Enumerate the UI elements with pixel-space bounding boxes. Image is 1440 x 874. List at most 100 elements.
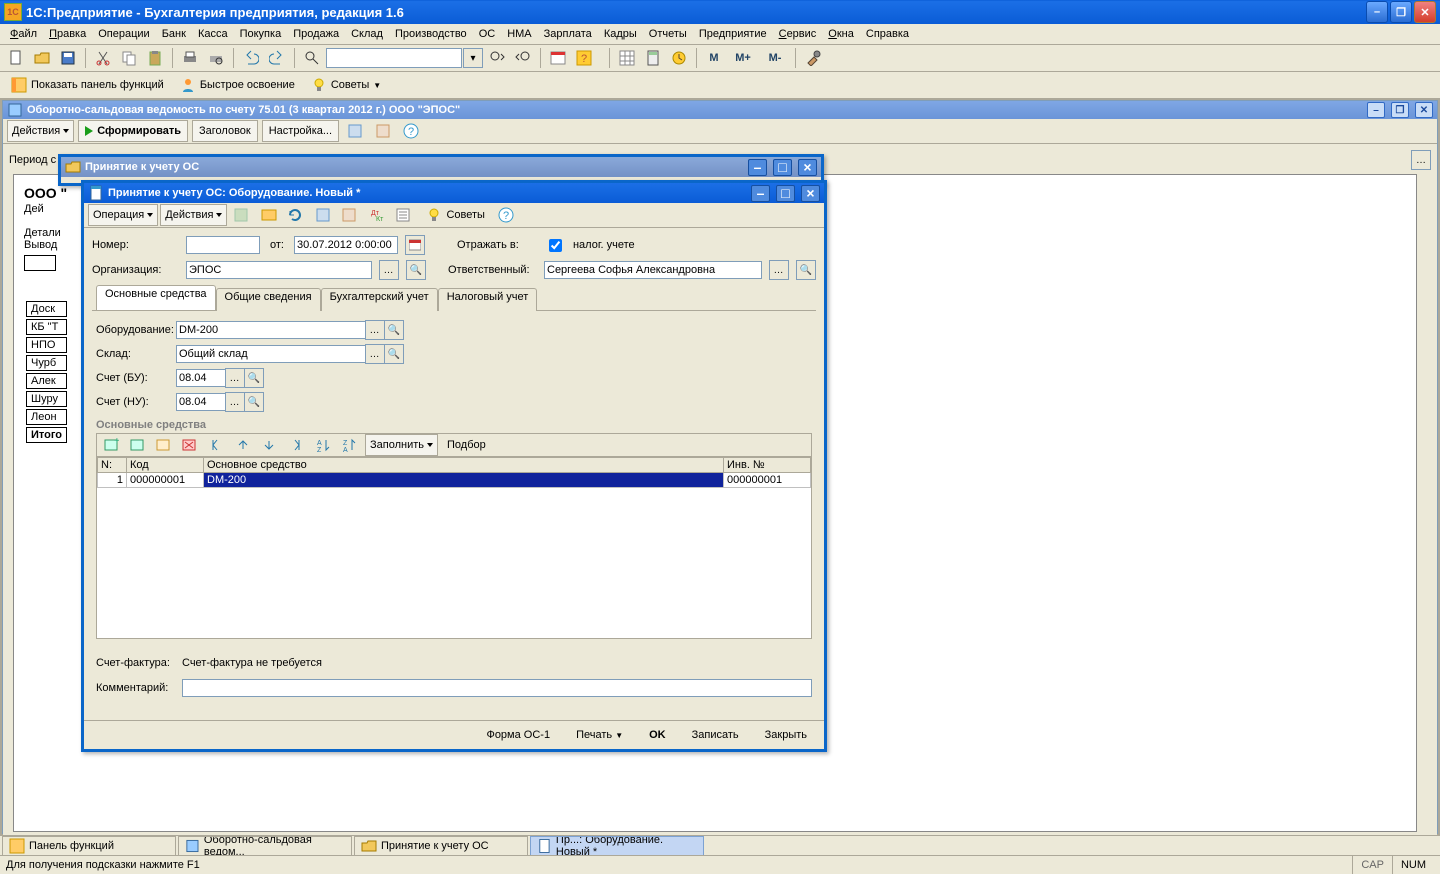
inner-tb-refresh-icon[interactable] xyxy=(283,203,307,227)
operation-dropdown[interactable]: Операция xyxy=(88,204,158,226)
acc-bu-search-button[interactable]: 🔍 xyxy=(244,368,264,388)
menu-salary[interactable]: Зарплата xyxy=(538,26,598,42)
taskbtn-panel[interactable]: Панель функций xyxy=(2,836,176,856)
find-next-icon[interactable] xyxy=(485,46,509,70)
search-dropdown-button[interactable]: ▾ xyxy=(463,48,483,68)
warehouse-search-button[interactable]: 🔍 xyxy=(384,344,404,364)
warehouse-pick-button[interactable]: … xyxy=(365,344,385,364)
inner-min-button[interactable]: – xyxy=(751,185,770,202)
report-settings-button[interactable]: Настройка... xyxy=(262,120,339,142)
redo-icon[interactable] xyxy=(265,46,289,70)
menu-help[interactable]: Справка xyxy=(860,26,915,42)
search-input[interactable] xyxy=(326,48,462,68)
grid-edit-icon[interactable] xyxy=(151,433,175,457)
warehouse-input[interactable] xyxy=(176,345,366,363)
grid-insert-icon[interactable] xyxy=(125,433,149,457)
acc-nu-search-button[interactable]: 🔍 xyxy=(244,392,264,412)
inner-help-icon[interactable]: ? xyxy=(494,203,518,227)
menu-warehouse[interactable]: Склад xyxy=(345,26,389,42)
inner-tb-add-icon[interactable] xyxy=(229,203,253,227)
report-tb-icon2[interactable] xyxy=(371,119,395,143)
grid-sort-desc-icon[interactable]: ZA xyxy=(337,433,361,457)
number-input[interactable] xyxy=(186,236,260,254)
help-yellow-icon[interactable]: ? xyxy=(572,46,596,70)
tab-general[interactable]: Общие сведения xyxy=(216,288,321,311)
menu-operations[interactable]: Операции xyxy=(92,26,155,42)
undo-icon[interactable] xyxy=(239,46,263,70)
menu-edit[interactable]: Правка xyxy=(43,26,92,42)
inner-max-button[interactable]: □ xyxy=(776,185,795,202)
m-button[interactable]: М xyxy=(702,46,726,70)
menu-file[interactable]: Файл xyxy=(4,26,43,42)
resp-pick-button[interactable]: … xyxy=(769,260,789,280)
calc-grid-icon[interactable] xyxy=(615,46,639,70)
grid-select-button[interactable]: Подбор xyxy=(442,433,491,457)
calc-icon[interactable] xyxy=(641,46,665,70)
paste-icon[interactable] xyxy=(143,46,167,70)
form-os1-button[interactable]: Форма ОС-1 xyxy=(477,725,559,745)
org-pick-button[interactable]: … xyxy=(379,260,399,280)
comment-input[interactable] xyxy=(182,679,812,697)
ok-button[interactable]: OK xyxy=(640,725,675,745)
acc-nu-pick-button[interactable]: … xyxy=(225,392,245,412)
print-button[interactable]: Печать ▼ xyxy=(567,725,632,745)
tab-os[interactable]: Основные средства xyxy=(96,285,216,310)
acc-nu-input[interactable] xyxy=(176,393,226,411)
inner-window-titlebar[interactable]: Принятие к учету ОС: Оборудование. Новый… xyxy=(84,183,824,203)
report-restore-button[interactable]: ❐ xyxy=(1391,102,1409,118)
period-picker-button[interactable]: … xyxy=(1411,150,1431,170)
find-prev-icon[interactable] xyxy=(511,46,535,70)
inner-tb-list-icon[interactable] xyxy=(391,203,415,227)
print-preview-icon[interactable] xyxy=(204,46,228,70)
taskbtn-inner[interactable]: Пр...: Оборудование. Новый * xyxy=(530,836,704,856)
show-functions-panel-button[interactable]: Показать панель функций xyxy=(4,73,171,97)
equipment-search-button[interactable]: 🔍 xyxy=(384,320,404,340)
inner-actions-dropdown[interactable]: Действия xyxy=(160,204,227,226)
menu-nma[interactable]: НМА xyxy=(501,26,537,42)
date-input[interactable] xyxy=(294,236,398,254)
clock-icon[interactable] xyxy=(667,46,691,70)
find-icon[interactable] xyxy=(300,46,324,70)
tab-nu[interactable]: Налоговый учет xyxy=(438,288,538,311)
m-plus-button[interactable]: М+ xyxy=(728,46,758,70)
grid-col-name[interactable]: Основное средство xyxy=(204,458,724,473)
report-form-button[interactable]: Сформировать xyxy=(78,120,188,142)
close-dialog-button[interactable]: Закрыть xyxy=(756,725,816,745)
org-search-button[interactable]: 🔍 xyxy=(406,260,426,280)
outer-min-button[interactable]: – xyxy=(748,159,767,176)
menu-bank[interactable]: Банк xyxy=(156,26,192,42)
menu-cash[interactable]: Касса xyxy=(192,26,234,42)
tools-icon[interactable] xyxy=(801,46,825,70)
inner-tb-icon1[interactable] xyxy=(257,203,281,227)
grid-col-n[interactable]: N: xyxy=(98,458,127,473)
report-help-icon[interactable]: ? xyxy=(399,119,423,143)
open-icon[interactable] xyxy=(30,46,54,70)
grid-col-inv[interactable]: Инв. № xyxy=(724,458,811,473)
grid-add-icon[interactable]: + xyxy=(99,433,123,457)
menu-windows[interactable]: Окна xyxy=(822,26,860,42)
m-minus-button[interactable]: М- xyxy=(760,46,790,70)
report-header-button[interactable]: Заголовок xyxy=(192,120,258,142)
fast-learn-button[interactable]: Быстрое освоение xyxy=(173,73,302,97)
report-min-button[interactable]: – xyxy=(1367,102,1385,118)
print-icon[interactable] xyxy=(178,46,202,70)
grid-move-down-icon[interactable] xyxy=(257,433,281,457)
inner-close-button[interactable]: × xyxy=(801,185,820,202)
menu-reports[interactable]: Отчеты xyxy=(643,26,693,42)
minimize-button[interactable]: – xyxy=(1366,1,1388,23)
inner-tb-icon4[interactable] xyxy=(337,203,361,227)
menu-sale[interactable]: Продажа xyxy=(287,26,345,42)
grid-move-up-icon[interactable] xyxy=(231,433,255,457)
inner-tips-button[interactable]: Советы xyxy=(419,203,491,227)
copy-icon[interactable] xyxy=(117,46,141,70)
report-tb-icon1[interactable] xyxy=(343,119,367,143)
grid-delete-icon[interactable] xyxy=(177,433,201,457)
outer-window-titlebar[interactable]: Принятие к учету ОС – □ × xyxy=(61,157,821,177)
acc-bu-pick-button[interactable]: … xyxy=(225,368,245,388)
calendar-icon[interactable] xyxy=(546,46,570,70)
grid-fill-button[interactable]: Заполнить xyxy=(365,434,438,456)
resp-search-button[interactable]: 🔍 xyxy=(796,260,816,280)
grid-sort-asc-icon[interactable]: AZ xyxy=(311,433,335,457)
close-button[interactable]: ✕ xyxy=(1414,1,1436,23)
cut-icon[interactable] xyxy=(91,46,115,70)
